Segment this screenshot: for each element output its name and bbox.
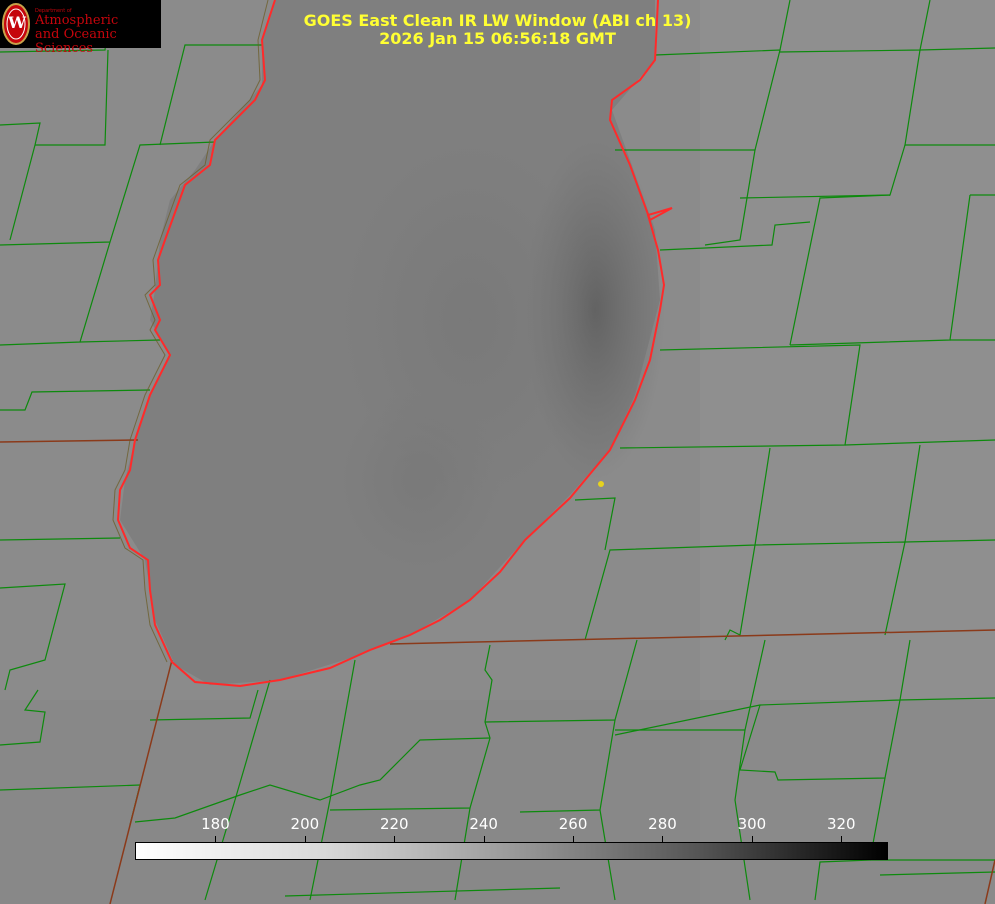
seal-letter: W xyxy=(8,13,26,32)
colorbar-tick-label: 280 xyxy=(648,815,677,833)
satellite-image-viewer: { "logo": { "department": "Department of… xyxy=(0,0,995,904)
colorbar-tick-label: 220 xyxy=(379,815,409,833)
colorbar-tick-label: 180 xyxy=(201,815,230,833)
colorbar-tick-label: 260 xyxy=(558,815,588,833)
site-marker xyxy=(598,481,604,487)
colorbar-tick-label: 300 xyxy=(737,815,767,833)
image-title: GOES East Clean IR LW Window (ABI ch 13)… xyxy=(250,12,745,48)
ir-imagery-map xyxy=(0,0,995,904)
logo-line-2: and Oceanic Sciences xyxy=(35,27,117,56)
colorbar-tick-label: 200 xyxy=(290,815,320,833)
title-product: GOES East Clean IR LW Window (ABI ch 13) xyxy=(303,11,692,30)
aos-logo: W Department of Atmospheric and Oceanic … xyxy=(0,0,161,56)
colorbar xyxy=(135,842,888,860)
title-timestamp: 2026 Jan 15 06:56:18 GMT xyxy=(379,29,616,48)
colorbar-tick-label: 320 xyxy=(826,815,856,833)
logo-line-1: Atmospheric xyxy=(35,13,119,28)
colorbar-tick-label: 240 xyxy=(469,815,498,833)
